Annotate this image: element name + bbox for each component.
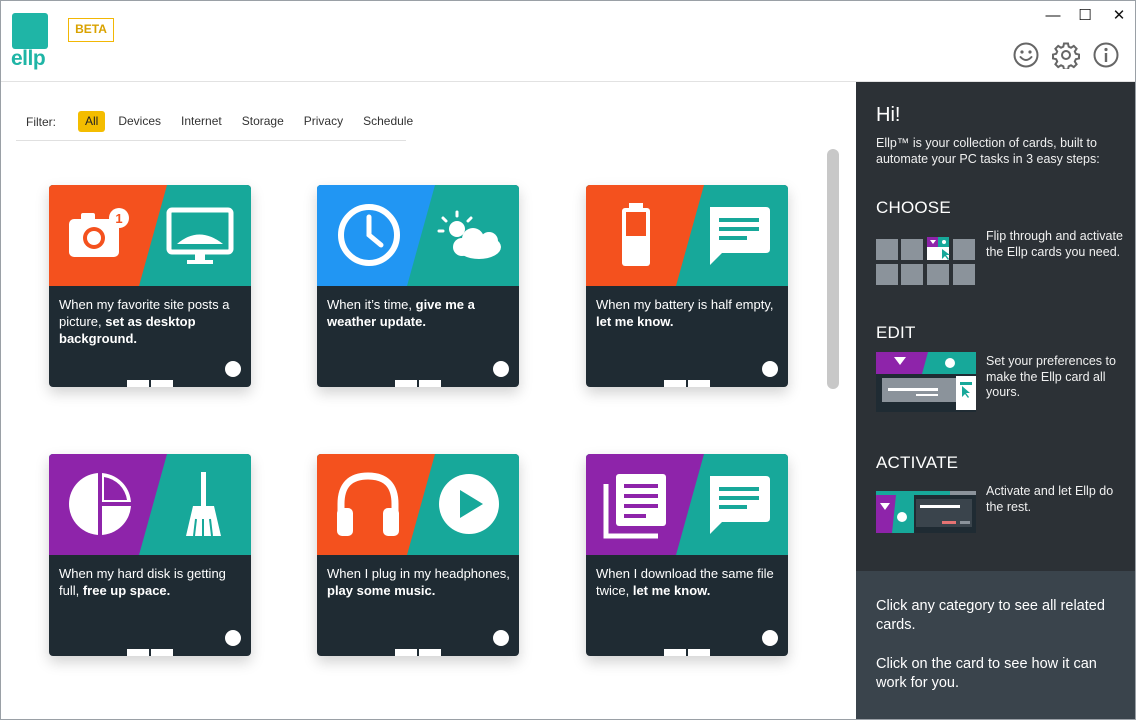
app-window: ellp BETA — ☐ ✕ Filter: All Devices Inte…	[0, 0, 1136, 720]
card-battery-alert[interactable]: When my battery is half empty, let me kn…	[586, 185, 788, 387]
card-toggle[interactable]	[762, 361, 778, 377]
filter-label: Filter:	[26, 115, 56, 129]
activate-illustration	[876, 491, 976, 533]
card-notch	[151, 649, 173, 656]
maximize-button[interactable]: ☐	[1070, 5, 1100, 27]
card-toggle[interactable]	[493, 361, 509, 377]
card-notch	[419, 380, 441, 387]
step-activate-desc: Activate and let Ellp do the rest.	[986, 484, 1114, 514]
card-description: When it’s time, give me a weather update…	[327, 297, 475, 329]
logo-text: ellp	[11, 47, 46, 70]
card-notch	[395, 649, 417, 656]
step-choose-desc: Flip through and activate the Ellp cards…	[986, 229, 1123, 259]
filter-schedule[interactable]: Schedule	[356, 111, 420, 132]
card-header	[49, 454, 251, 555]
step-edit-title: EDIT	[876, 323, 916, 342]
card-header: 1	[49, 185, 251, 286]
help-panel: Hi! Ellp™ is your collection of cards, b…	[856, 82, 1135, 719]
card-notch	[664, 649, 686, 656]
card-art	[317, 454, 519, 555]
panel-intro: Ellp™ is your collection of cards, built…	[876, 136, 1100, 166]
play-icon	[439, 474, 499, 534]
close-button[interactable]: ✕	[1104, 5, 1134, 27]
beta-badge: BETA	[68, 18, 114, 42]
card-notch	[419, 649, 441, 656]
battery-icon	[622, 203, 650, 266]
card-art	[586, 454, 788, 555]
choose-illustration	[876, 237, 975, 285]
card-description: When my battery is half empty, let me kn…	[596, 297, 774, 329]
edit-illustration	[876, 352, 976, 412]
card-art	[49, 454, 251, 555]
card-description: When I plug in my headphones, play some …	[327, 566, 510, 598]
filter-all[interactable]: All	[78, 111, 106, 132]
card-toggle[interactable]	[493, 630, 509, 646]
card-notch	[688, 649, 710, 656]
card-art	[317, 185, 519, 286]
filter-internet[interactable]: Internet	[174, 111, 229, 132]
step-choose-title: CHOOSE	[876, 198, 951, 217]
card-duplicate-download[interactable]: When I download the same file twice, let…	[586, 454, 788, 656]
card-art: 1	[49, 185, 251, 286]
gear-icon[interactable]	[1052, 41, 1080, 69]
filter-options: All Devices Internet Storage Privacy Sch…	[78, 111, 426, 132]
card-notch	[151, 380, 173, 387]
logo-mark	[12, 13, 48, 49]
card-notch	[127, 649, 149, 656]
svg-text:1: 1	[115, 211, 122, 226]
filter-bar: Filter: All Devices Internet Storage Pri…	[16, 107, 413, 141]
card-desktop-background[interactable]: 1 When my favorite site posts a picture,…	[49, 185, 251, 387]
card-free-up-space[interactable]: When my hard disk is getting full, free …	[49, 454, 251, 656]
card-header	[317, 185, 519, 286]
card-description: When my favorite site posts a picture, s…	[59, 297, 230, 346]
minimize-button[interactable]: —	[1038, 5, 1068, 27]
tip-category: Click any category to see all related ca…	[876, 598, 1105, 633]
card-notch	[127, 380, 149, 387]
panel-greeting: Hi!	[876, 104, 901, 126]
scrollbar-thumb[interactable]	[827, 149, 839, 389]
step-activate-title: ACTIVATE	[876, 453, 959, 472]
card-header	[586, 454, 788, 555]
card-notch	[395, 380, 417, 387]
card-description: When I download the same file twice, let…	[596, 566, 774, 598]
card-notch	[688, 380, 710, 387]
filter-storage[interactable]: Storage	[235, 111, 291, 132]
card-toggle[interactable]	[762, 630, 778, 646]
card-description: When my hard disk is getting full, free …	[59, 566, 226, 598]
card-notch	[664, 380, 686, 387]
card-toggle[interactable]	[225, 630, 241, 646]
panel-tips: Click any category to see all related ca…	[856, 571, 1135, 719]
filter-privacy[interactable]: Privacy	[297, 111, 350, 132]
smiley-icon[interactable]	[1012, 41, 1040, 69]
step-edit-desc: Set your preferences to make the Ellp ca…	[986, 354, 1116, 399]
filter-devices[interactable]: Devices	[111, 111, 168, 132]
header: ellp BETA — ☐ ✕	[1, 1, 1135, 82]
card-weather-update[interactable]: When it’s time, give me a weather update…	[317, 185, 519, 387]
card-art	[586, 185, 788, 286]
card-toggle[interactable]	[225, 361, 241, 377]
tip-card: Click on the card to see how it can work…	[876, 656, 1097, 691]
card-header	[586, 185, 788, 286]
card-play-music[interactable]: When I plug in my headphones, play some …	[317, 454, 519, 656]
card-header	[317, 454, 519, 555]
info-icon[interactable]	[1092, 41, 1120, 69]
